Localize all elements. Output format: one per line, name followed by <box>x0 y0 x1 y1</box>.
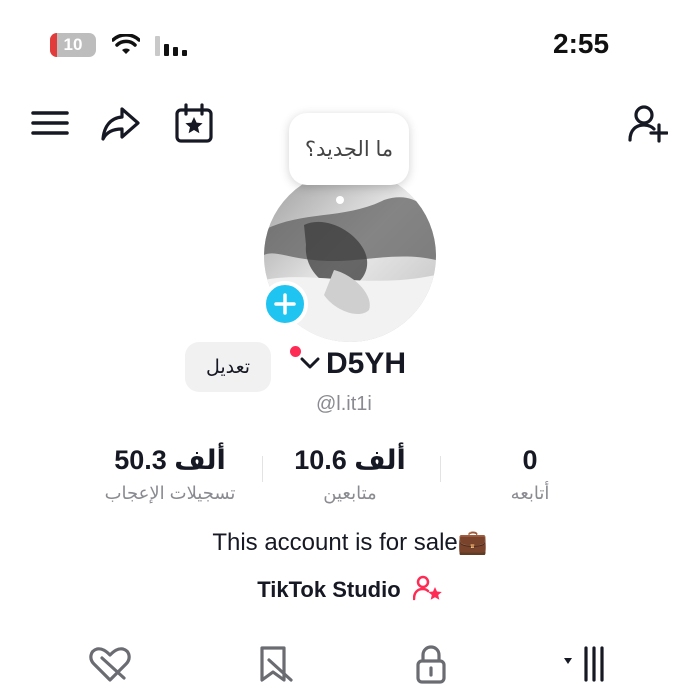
username[interactable]: D5YH <box>326 347 406 381</box>
stat-divider <box>440 456 441 482</box>
tiktok-studio-link[interactable]: TikTok Studio <box>0 575 700 603</box>
battery-level: 10 <box>63 35 83 54</box>
bio-text: This account is for sale💼 <box>212 529 488 556</box>
stat-divider <box>262 456 263 482</box>
bookmark-slash-icon[interactable] <box>253 644 297 684</box>
add-story-button[interactable] <box>262 281 308 327</box>
menu-icon[interactable] <box>30 103 70 143</box>
plus-icon <box>274 293 296 315</box>
following-label: أتابعه <box>510 483 550 503</box>
grid-icon[interactable] <box>562 644 606 684</box>
clock: 2:55 <box>553 28 610 59</box>
chevron-down-icon[interactable] <box>300 356 320 370</box>
likes-count[interactable]: 50.3 ألف <box>95 445 245 476</box>
signal-icon <box>155 36 187 56</box>
wifi-icon <box>112 34 140 54</box>
followers-count[interactable]: 10.6 ألف <box>275 445 425 476</box>
whats-new-label: ما الجديد؟ <box>304 137 394 161</box>
followers-label: متابعين <box>323 483 377 503</box>
battery-indicator: 10 <box>50 33 96 57</box>
tiktok-studio-label: TikTok Studio <box>257 577 401 602</box>
add-user-icon[interactable] <box>628 103 668 143</box>
creator-star-icon <box>412 575 442 601</box>
bubble-tail <box>336 196 344 204</box>
whats-new-bubble[interactable]: ما الجديد؟ <box>289 113 409 185</box>
share-icon[interactable] <box>100 103 140 143</box>
following-count[interactable]: 0 <box>455 445 605 476</box>
edit-profile-button[interactable]: تعديل <box>185 342 271 392</box>
heart-slash-icon[interactable] <box>88 644 132 684</box>
lock-icon[interactable] <box>409 644 453 684</box>
likes-label: تسجيلات الإعجاب <box>104 483 236 503</box>
user-handle: @l.it1i <box>316 393 372 415</box>
calendar-star-icon[interactable] <box>174 103 214 143</box>
